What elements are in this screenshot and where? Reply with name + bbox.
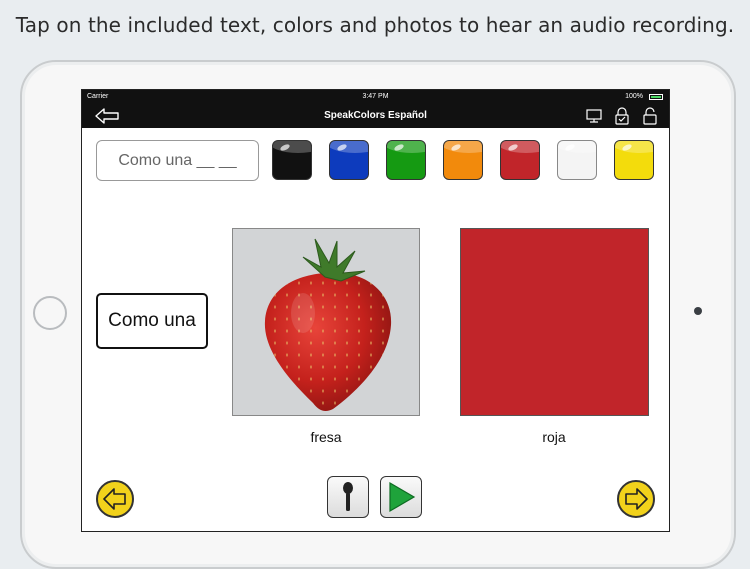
record-button[interactable] [327,476,369,518]
play-button[interactable] [380,476,422,518]
status-bar: Carrier 3:47 PM 100% [82,90,669,104]
app-screen: Carrier 3:47 PM 100% SpeakColors Español [81,89,670,532]
unlock-icon[interactable] [641,107,659,125]
home-button [33,296,67,330]
nav-actions [585,107,659,125]
swatch-blue[interactable] [329,140,369,180]
microphone-icon [343,482,353,511]
nav-bar: SpeakColors Español [82,104,669,128]
photo-label[interactable]: fresa [232,429,420,445]
swatch-shine [450,143,462,152]
lock-check-icon[interactable] [613,107,631,125]
battery-percent: 100% [625,93,643,100]
swatch-shine [507,143,519,152]
camera-dot [694,307,702,315]
swatch-shine [621,143,633,152]
swatch-shine [564,143,576,152]
phrase-field[interactable]: Como una __ __ [96,140,259,181]
sentence-card[interactable]: Como una [96,293,208,349]
swatch-shine [393,143,405,152]
arrow-left-icon [103,488,126,510]
previous-button[interactable] [96,480,134,518]
app-title: SpeakColors Español [324,110,427,121]
swatch-green[interactable] [386,140,426,180]
color-label[interactable]: roja [460,429,648,445]
status-time: 3:47 PM [362,93,389,100]
red-color-card[interactable] [460,228,649,416]
swatch-shine [279,143,291,152]
strawberry-image [233,229,419,415]
swatch-shine [336,143,348,152]
battery-icon [649,94,663,100]
strawberry-photo[interactable] [232,228,420,416]
display-icon[interactable] [585,107,603,125]
swatch-red[interactable] [500,140,540,180]
swatch-orange[interactable] [443,140,483,180]
arrow-right-icon [625,488,648,510]
swatch-black[interactable] [272,140,312,180]
swatch-yellow[interactable] [614,140,654,180]
headline: Tap on the included text, colors and pho… [15,13,735,37]
swatch-white[interactable] [557,140,597,180]
play-icon [389,481,416,513]
next-button[interactable] [617,480,655,518]
